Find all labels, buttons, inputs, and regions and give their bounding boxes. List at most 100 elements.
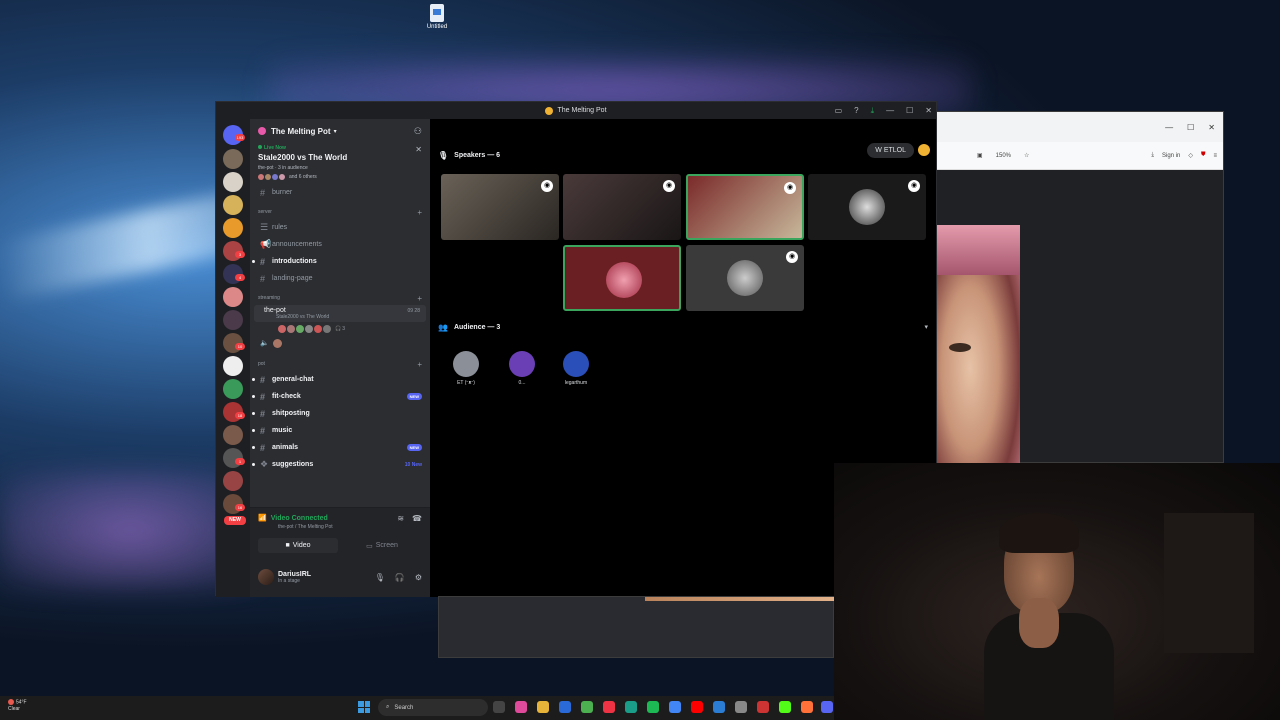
new-servers-pill[interactable]: NEW <box>224 516 246 525</box>
taskbar-app-icon[interactable] <box>581 701 593 713</box>
desktop-icon-untitled[interactable]: Untitled <box>422 4 452 30</box>
help-icon[interactable]: ? <box>854 106 858 115</box>
search-input[interactable]: ⌕ Search <box>378 699 488 716</box>
avatar[interactable] <box>272 338 282 348</box>
server-icon[interactable] <box>223 287 243 307</box>
category-streaming[interactable]: streaming + <box>250 291 430 305</box>
taskbar-app-icon[interactable] <box>537 701 549 713</box>
start-button[interactable] <box>358 701 370 713</box>
audience-member[interactable]: legarthum <box>556 351 596 386</box>
avatar[interactable] <box>278 325 286 333</box>
channel-fit-check[interactable]: # fit-check NEW <box>250 388 430 405</box>
spotify-icon[interactable] <box>647 701 659 713</box>
taskbar-app-icon[interactable] <box>735 701 747 713</box>
channel-burner[interactable]: # burner <box>250 184 430 201</box>
speaker-tile[interactable]: ◉ <box>686 245 804 311</box>
taskbar-app-icon[interactable] <box>779 701 791 713</box>
channel-landing-page[interactable]: # landing-page <box>250 270 430 287</box>
stage-top-button[interactable]: W ETLOL <box>867 143 914 158</box>
avatar[interactable] <box>323 325 331 333</box>
server-icon[interactable] <box>223 310 243 330</box>
speaker-tile-speaking[interactable] <box>563 245 681 311</box>
chevron-down-icon[interactable]: ▾ <box>924 323 928 331</box>
menu-icon[interactable]: ≡ <box>1213 153 1217 159</box>
shield-icon[interactable]: ⛊ <box>1201 152 1206 159</box>
speaker-tile[interactable]: ◉ <box>563 174 681 240</box>
invite-icon[interactable]: ⚇ <box>414 126 422 137</box>
add-channel-icon[interactable]: + <box>417 360 422 369</box>
firefox-icon[interactable] <box>801 701 813 713</box>
voice-location[interactable]: the-pot / The Melting Pot <box>278 524 333 530</box>
avatar[interactable] <box>258 569 274 585</box>
close-icon[interactable]: ✕ <box>415 145 422 154</box>
channel-announcements[interactable]: 📢 announcements <box>250 236 430 253</box>
avatar[interactable] <box>287 325 295 333</box>
channel-shitposting[interactable]: # shitposting <box>250 405 430 422</box>
server-icon[interactable] <box>223 471 243 491</box>
close-icon[interactable]: ✕ <box>1208 123 1215 132</box>
server-icon[interactable] <box>223 425 243 445</box>
taskbar-app-icon[interactable] <box>493 701 505 713</box>
minimize-icon[interactable]: — <box>886 106 894 115</box>
channel-introductions[interactable]: # introductions <box>250 253 430 270</box>
add-channel-icon[interactable]: + <box>417 208 422 217</box>
microphone-icon[interactable]: 🎙 <box>375 573 385 582</box>
screen-share-button[interactable]: ▭ Screen <box>342 538 422 553</box>
zoom-indicator[interactable]: 150% <box>991 151 1016 161</box>
star-icon[interactable]: ☆ <box>1024 152 1029 159</box>
avatar[interactable] <box>314 325 322 333</box>
maximize-icon[interactable]: ☐ <box>906 106 913 115</box>
speaker-tile[interactable]: ◉ <box>441 174 559 240</box>
taskbar-app-icon[interactable] <box>559 701 571 713</box>
download-icon[interactable]: ⤓ <box>871 106 875 116</box>
close-icon[interactable]: ✕ <box>925 106 932 115</box>
taskbar-app-icon[interactable] <box>515 701 527 713</box>
live-stage-card[interactable]: Live Now Stale2000 vs The World the-pot … <box>250 143 430 184</box>
headphones-icon[interactable]: 🎧 <box>395 573 405 582</box>
download-icon[interactable]: ⤓ <box>1151 152 1154 159</box>
taskbar-app-icon[interactable] <box>625 701 637 713</box>
gear-icon[interactable]: ⚙ <box>415 573 422 582</box>
speaker-tile-speaking[interactable]: ◉ <box>686 174 804 240</box>
server-icon[interactable] <box>223 356 243 376</box>
channel-rules[interactable]: ☰ rules <box>250 219 430 236</box>
taskbar-app-icon[interactable] <box>603 701 615 713</box>
inbox-icon[interactable]: ▭ <box>835 106 843 115</box>
extension-icon[interactable]: ◇ <box>1188 152 1193 159</box>
audience-member[interactable]: ET (ᵔᴥᵔ) <box>446 351 486 386</box>
category-server[interactable]: server + <box>250 205 430 219</box>
avatar[interactable] <box>296 325 304 333</box>
disconnect-icon[interactable]: ☎ <box>412 514 422 523</box>
weather-widget[interactable]: 54°F Clear <box>8 699 27 713</box>
voice-user-row[interactable]: 🔈 <box>250 333 430 353</box>
audience-member[interactable]: 0... <box>502 351 542 386</box>
channel-general-chat[interactable]: # general-chat <box>250 371 430 388</box>
server-icon[interactable] <box>223 379 243 399</box>
avatar[interactable] <box>305 325 313 333</box>
channel-animals[interactable]: # animals NEW <box>250 439 430 456</box>
taskbar-app-icon[interactable] <box>713 701 725 713</box>
signal-icon[interactable]: 📶 <box>258 514 267 522</box>
server-header[interactable]: The Melting Pot ▾ ⚇ <box>250 119 430 143</box>
video-button[interactable]: ■ Video <box>258 538 338 553</box>
taskbar-app-icon[interactable] <box>757 701 769 713</box>
server-icon[interactable] <box>223 195 243 215</box>
channel-music[interactable]: # music <box>250 422 430 439</box>
avatar[interactable] <box>918 144 930 156</box>
server-icon[interactable] <box>223 218 243 238</box>
maximize-icon[interactable]: ☐ <box>1187 123 1194 132</box>
voice-channel-the-pot[interactable]: the-pot Stale2000 vs The World 09 28 <box>254 305 476 330</box>
chrome-icon[interactable] <box>669 701 681 713</box>
reader-icon[interactable]: ▣ <box>977 152 983 159</box>
browser-window[interactable]: — ☐ ✕ ▣ 150% ☆ ⤓ Sign in ◇ ⛊ ≡ <box>936 111 1224 463</box>
category-pot[interactable]: pot + <box>250 357 430 371</box>
sign-in-button[interactable]: Sign in <box>1162 153 1180 159</box>
youtube-icon[interactable] <box>691 701 703 713</box>
add-channel-icon[interactable]: + <box>417 294 422 303</box>
channel-suggestions[interactable]: ❖ suggestions 10 New <box>250 456 430 473</box>
server-icon[interactable] <box>223 172 243 192</box>
minimize-icon[interactable]: — <box>1165 123 1173 132</box>
server-icon[interactable] <box>223 149 243 169</box>
speaker-tile[interactable]: ◉ <box>808 174 926 240</box>
discord-icon[interactable] <box>821 701 833 713</box>
